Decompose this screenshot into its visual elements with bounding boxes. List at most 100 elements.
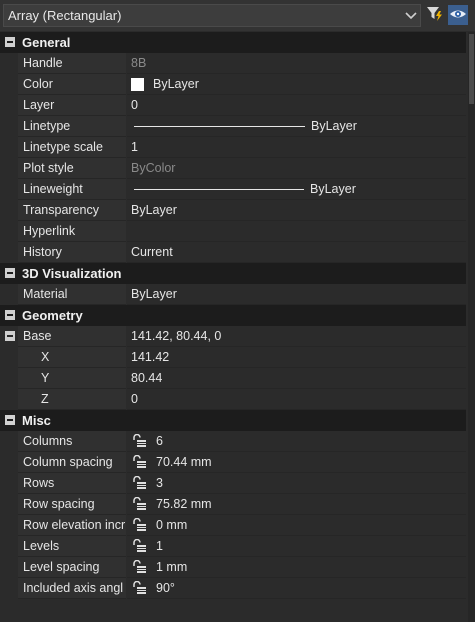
property-row-level-spacing[interactable]: Level spacing 1 mm [0,557,466,578]
property-name: Row spacing [18,494,126,515]
property-value-locked[interactable]: 1 [127,536,466,557]
property-value-color[interactable]: ByLayer [127,74,466,95]
property-value-linetype[interactable]: ByLayer [127,116,466,137]
property-value-locked[interactable]: 90° [127,578,466,599]
property-row-base-z[interactable]: Z 0 [0,389,466,410]
property-value-text: 0 mm [156,518,188,532]
category-geometry[interactable]: Geometry [0,305,466,326]
property-value-locked[interactable]: 6 [127,431,466,452]
property-value[interactable]: ByLayer [127,284,466,305]
property-value[interactable]: 0 [127,95,466,116]
property-value-locked[interactable]: 75.82 mm [127,494,466,515]
property-row-lineweight[interactable]: Lineweight ByLayer [0,179,466,200]
property-row-levels[interactable]: Levels 1 [0,536,466,557]
property-row-layer[interactable]: Layer 0 [0,95,466,116]
category-label: General [22,35,71,50]
unlock-icon[interactable] [131,475,149,490]
property-row-columns[interactable]: Columns 6 [0,431,466,452]
property-row-handle: Handle 8B [0,53,466,74]
unlock-icon[interactable] [131,559,149,574]
category-general[interactable]: General [0,32,466,53]
property-value[interactable]: Current [127,242,466,263]
collapse-icon[interactable] [5,415,15,425]
property-row-color[interactable]: Color ByLayer [0,74,466,95]
property-row-column-spacing[interactable]: Column spacing 70.44 mm [0,452,466,473]
property-name: Layer [18,95,126,116]
quick-select-button[interactable] [425,5,445,25]
unlock-icon[interactable] [131,517,149,532]
property-value-text: ByLayer [311,119,357,133]
property-value[interactable]: 0 [127,389,466,410]
property-name: Base [18,326,126,347]
property-value[interactable]: 141.42 [127,347,466,368]
category-misc[interactable]: Misc [0,410,466,431]
property-value: ByColor [127,158,466,179]
property-value-text: 1 mm [156,560,188,574]
property-value-text: 6 [156,434,163,448]
properties-toolbar: Array (Rectangular) [0,0,475,31]
property-name: Plot style [18,158,126,179]
scrollbar-thumb[interactable] [469,34,474,104]
funnel-lightning-icon [426,5,444,26]
property-row-axis-angle[interactable]: Included axis angl 90° [0,578,466,599]
unlock-icon[interactable] [131,433,149,448]
property-row-material[interactable]: Material ByLayer [0,284,466,305]
property-name: Linetype [18,116,126,137]
property-value-locked[interactable]: 70.44 mm [127,452,466,473]
property-row-history[interactable]: History Current [0,242,466,263]
unlock-icon[interactable] [131,580,149,595]
collapse-icon[interactable] [5,268,15,278]
property-row-linetype-scale[interactable]: Linetype scale 1 [0,137,466,158]
property-row-row-spacing[interactable]: Row spacing 75.82 mm [0,494,466,515]
property-name: Handle [18,53,126,74]
property-name: X [18,347,126,368]
linetype-sample [134,125,305,127]
property-value[interactable] [127,221,466,242]
toggle-pickadd-button[interactable] [448,5,468,25]
property-name: Rows [18,473,126,494]
property-value-text: 3 [156,476,163,490]
property-name: Levels [18,536,126,557]
property-value-text: 70.44 mm [156,455,212,469]
selection-dropdown[interactable]: Array (Rectangular) [3,4,421,27]
property-row-base-x[interactable]: X 141.42 [0,347,466,368]
unlock-icon[interactable] [131,538,149,553]
category-label: Misc [22,413,51,428]
collapse-icon[interactable] [5,310,15,320]
property-value-lineweight[interactable]: ByLayer [127,179,466,200]
category-label: 3D Visualization [22,266,122,281]
property-value-locked[interactable]: 1 mm [127,557,466,578]
property-row-hyperlink[interactable]: Hyperlink [0,221,466,242]
lineweight-sample [134,188,304,190]
collapse-icon[interactable] [5,37,15,47]
eye-icon [449,7,467,24]
property-name: Level spacing [18,557,126,578]
property-value[interactable]: 1 [127,137,466,158]
chevron-down-icon[interactable] [402,7,420,25]
collapse-icon[interactable] [5,331,15,341]
color-swatch [131,77,144,91]
property-name: Column spacing [18,452,126,473]
property-row-base-y[interactable]: Y 80.44 [0,368,466,389]
property-value-text: ByLayer [310,182,356,196]
property-row-transparency[interactable]: Transparency ByLayer [0,200,466,221]
vertical-scrollbar[interactable] [468,32,475,622]
unlock-icon[interactable] [131,496,149,511]
property-name: Included axis angl [18,578,126,599]
property-value-locked[interactable]: 3 [127,473,466,494]
property-row-linetype[interactable]: Linetype ByLayer [0,116,466,137]
property-value-locked[interactable]: 0 mm [127,515,466,536]
property-value-text: 1 [156,539,163,553]
property-value[interactable]: 80.44 [127,368,466,389]
property-row-rows[interactable]: Rows 3 [0,473,466,494]
property-row-base[interactable]: Base 141.42, 80.44, 0 [0,326,466,347]
property-value[interactable]: ByLayer [127,200,466,221]
property-value-text: 90° [156,581,175,595]
property-value-text: ByLayer [153,77,199,91]
property-value[interactable]: 141.42, 80.44, 0 [127,326,466,347]
property-grid: General Handle 8B Color ByLayer Layer 0 … [0,32,466,599]
property-row-row-elevation[interactable]: Row elevation incr 0 mm [0,515,466,536]
property-name: Material [18,284,126,305]
category-3d-visualization[interactable]: 3D Visualization [0,263,466,284]
unlock-icon[interactable] [131,454,149,469]
